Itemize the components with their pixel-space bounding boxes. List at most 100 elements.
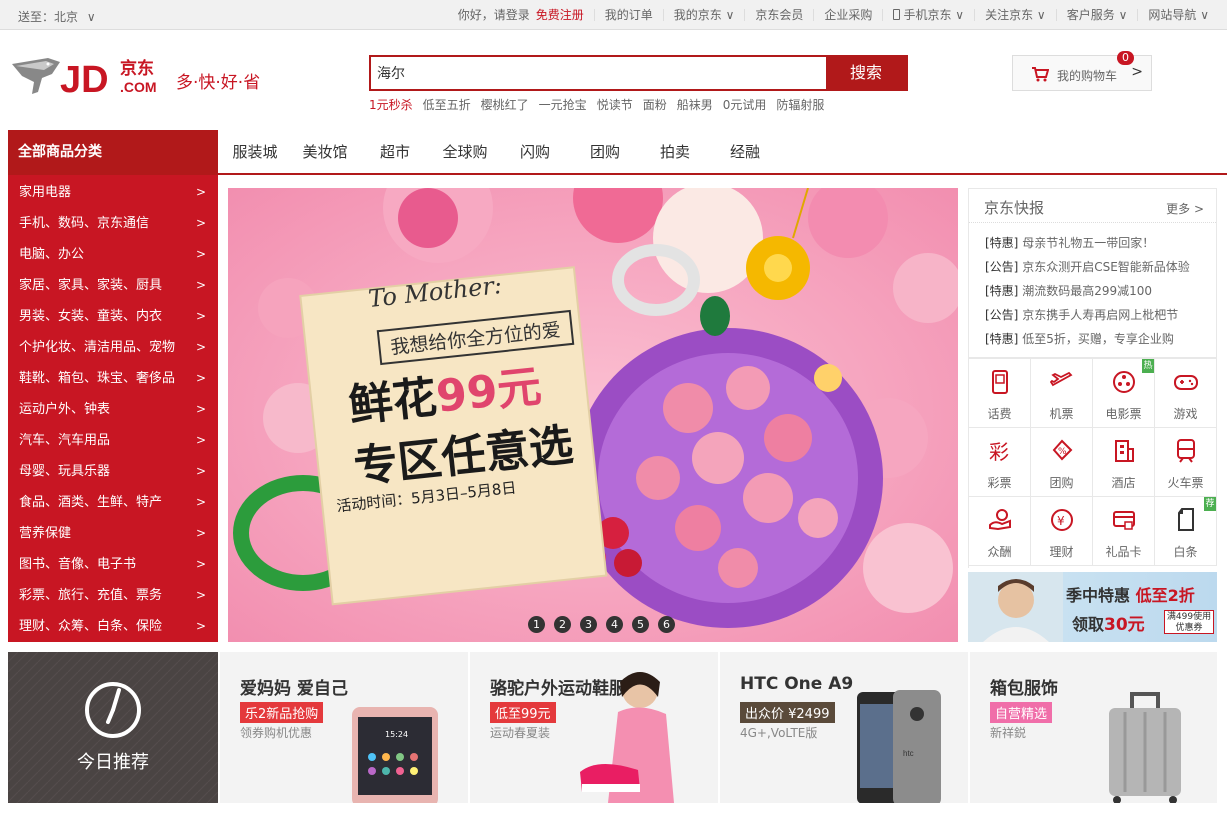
banner-dot[interactable]: 1	[528, 616, 545, 633]
hot-keyword[interactable]: 1元秒杀	[369, 96, 413, 113]
nav-item[interactable]: 服装城	[220, 141, 290, 162]
service-finance[interactable]: ¥ 理财	[1031, 497, 1093, 566]
hot-keyword[interactable]: 0元试用	[723, 96, 767, 113]
groupbuy-icon: %	[1052, 439, 1073, 461]
site-nav-menu[interactable]: 网站导航 ∨	[1137, 9, 1219, 21]
product-card-outdoor[interactable]: 骆驼户外运动鞋服 低至99元 运动春夏装	[470, 652, 718, 803]
banner-dot[interactable]: 6	[658, 616, 675, 633]
nav-item[interactable]: 经融	[710, 141, 780, 162]
service-games[interactable]: 游戏	[1155, 359, 1217, 428]
mobile-jd-menu[interactable]: 手机京东 ∨	[882, 9, 974, 21]
category-item[interactable]: 男装、女装、童装、内衣 >	[8, 301, 218, 332]
today-recommend-tile[interactable]: 今日推荐	[8, 652, 218, 803]
nav-item[interactable]: 美妆馆	[290, 141, 360, 162]
chevron-down-icon: ∨	[1118, 8, 1128, 22]
hot-keyword[interactable]: 一元抢宝	[539, 96, 587, 113]
category-label: 家居、家具、家装、厨具	[19, 278, 163, 293]
news-more-link[interactable]: 更多 >	[1166, 200, 1204, 217]
category-item[interactable]: 电脑、办公 >	[8, 239, 218, 270]
product-card-luggage[interactable]: 箱包服饰 自营精选 新祥鋭	[970, 652, 1217, 803]
service-movie[interactable]: 电影票 热	[1093, 359, 1155, 428]
customer-service-menu[interactable]: 客户服务 ∨	[1055, 8, 1138, 22]
category-item[interactable]: 鞋靴、箱包、珠宝、奢侈品 >	[8, 363, 218, 394]
service-groupbuy[interactable]: % 团购	[1031, 428, 1093, 497]
mobile-jd-label: 手机京东	[903, 8, 952, 22]
service-train[interactable]: 火车票	[1155, 428, 1217, 497]
search-input[interactable]	[371, 57, 826, 89]
my-jd-label: 我的京东	[673, 8, 722, 22]
category-item[interactable]: 母婴、玩具乐器 >	[8, 456, 218, 487]
category-item[interactable]: 汽车、汽车用品 >	[8, 425, 218, 456]
service-iou[interactable]: 白条 荐	[1155, 497, 1217, 566]
chevron-right-icon: >	[195, 185, 206, 199]
my-jd-menu[interactable]: 我的京东 ∨	[662, 8, 745, 22]
nav-item[interactable]: 全球购	[430, 141, 500, 162]
mid-season-promo-banner[interactable]: 季中特惠 低至2折 领取30元 满499使用 优惠券	[968, 572, 1217, 642]
promo-line1: 季中特惠 低至2折	[1066, 582, 1195, 606]
jd-logo[interactable]: JD 京东 .COM 多·快·好·省	[8, 52, 278, 108]
product-card-phone[interactable]: 爱妈妈 爱自己 乐2新品抢购 领券购机优惠 15:24	[220, 652, 468, 803]
category-item[interactable]: 彩票、旅行、充值、票务 >	[8, 580, 218, 611]
product-card-htc[interactable]: HTC One A9 出众价 ¥2499 4G+,VoLTE版 htc	[720, 652, 968, 803]
nav-item[interactable]: 超市	[360, 141, 430, 162]
service-hotel[interactable]: 酒店	[1093, 428, 1155, 497]
service-lottery[interactable]: 彩 彩票	[969, 428, 1031, 497]
hot-keyword[interactable]: 面粉	[643, 96, 667, 113]
follow-jd-label: 关注京东	[985, 8, 1034, 22]
news-item[interactable]: [特惠] 低至5折，买赠，专享企业购	[969, 327, 1216, 351]
follow-jd-menu[interactable]: 关注京东 ∨	[974, 9, 1056, 21]
hot-keyword[interactable]: 悦读节	[597, 96, 633, 113]
all-categories-tab[interactable]: 全部商品分类	[8, 130, 218, 175]
service-phone-bill[interactable]: 话费	[969, 359, 1031, 428]
category-item[interactable]: 手机、数码、京东通信 >	[8, 208, 218, 239]
mobile-icon	[893, 9, 901, 20]
news-item[interactable]: [特惠] 潮流数码最高299减100	[969, 279, 1216, 303]
coupon-condition: 满499使用	[1166, 612, 1212, 622]
category-item[interactable]: 家用电器 >	[8, 177, 218, 208]
category-item[interactable]: 个护化妆、清洁用品、宠物 >	[8, 332, 218, 363]
hot-keyword[interactable]: 低至五折	[423, 96, 471, 113]
category-label: 理财、众筹、白条、保险	[19, 619, 163, 634]
cart-button[interactable]: 我的购物车 0 >	[1012, 51, 1152, 91]
hot-keyword[interactable]: 防辐射服	[776, 96, 824, 113]
login-link[interactable]: 你好，请登录	[458, 8, 530, 22]
service-giftcard[interactable]: 礼品卡	[1093, 497, 1155, 566]
news-item[interactable]: [公告] 京东携手人寿再启网上枇杷节	[969, 303, 1216, 327]
main-banner[interactable]: To Mother: 我想给你全方位的爱 鲜花99元 专区任意选 活动时间：5月…	[228, 188, 958, 642]
location-selector[interactable]: 送至：北京 ∨	[18, 8, 96, 25]
category-label: 图书、音像、电子书	[19, 557, 137, 572]
search-button[interactable]: 搜索	[826, 57, 906, 89]
chevron-right-icon: >	[195, 309, 206, 323]
nav-item[interactable]: 闪购	[500, 141, 570, 162]
service-flight[interactable]: 机票	[1031, 359, 1093, 428]
my-orders-link[interactable]: 我的订单	[593, 9, 663, 21]
category-item[interactable]: 理财、众筹、白条、保险 >	[8, 611, 218, 642]
cart-label: 我的购物车	[1057, 69, 1118, 83]
category-item[interactable]: 家居、家具、家装、厨具 >	[8, 270, 218, 301]
category-item[interactable]: 图书、音像、电子书 >	[8, 549, 218, 580]
top-bar: 送至：北京 ∨ 你好，请登录 免费注册 我的订单 我的京东 ∨ 京东会员 企业采购…	[0, 0, 1227, 30]
card-subtitle: 领券购机优惠	[240, 726, 313, 740]
jd-member-link[interactable]: 京东会员	[744, 9, 813, 21]
train-icon	[1177, 439, 1195, 463]
hot-keyword[interactable]: 樱桃红了	[481, 96, 529, 113]
phone-icon	[992, 370, 1008, 394]
enterprise-link[interactable]: 企业采购	[813, 9, 882, 21]
banner-dot[interactable]: 3	[580, 616, 597, 633]
service-label: 电影票	[1105, 407, 1142, 421]
svg-text:彩: 彩	[989, 440, 1009, 464]
nav-item[interactable]: 拍卖	[640, 141, 710, 162]
card-subtitle: 运动春夏装	[490, 726, 551, 740]
category-item[interactable]: 营养保健 >	[8, 518, 218, 549]
banner-dot[interactable]: 4	[606, 616, 623, 633]
service-crowdfund[interactable]: 众酬	[969, 497, 1031, 566]
news-item[interactable]: [公告] 京东众测开启CSE智能新品体验	[969, 255, 1216, 279]
hot-keyword[interactable]: 船袜男	[677, 96, 713, 113]
category-item[interactable]: 运动户外、钟表 >	[8, 394, 218, 425]
nav-item[interactable]: 团购	[570, 141, 640, 162]
news-item[interactable]: [特惠] 母亲节礼物五一带回家！	[969, 231, 1216, 255]
banner-dot[interactable]: 2	[554, 616, 571, 633]
register-link[interactable]: 免费注册	[536, 8, 584, 22]
banner-dot[interactable]: 5	[632, 616, 649, 633]
category-item[interactable]: 食品、酒类、生鲜、特产 >	[8, 487, 218, 518]
